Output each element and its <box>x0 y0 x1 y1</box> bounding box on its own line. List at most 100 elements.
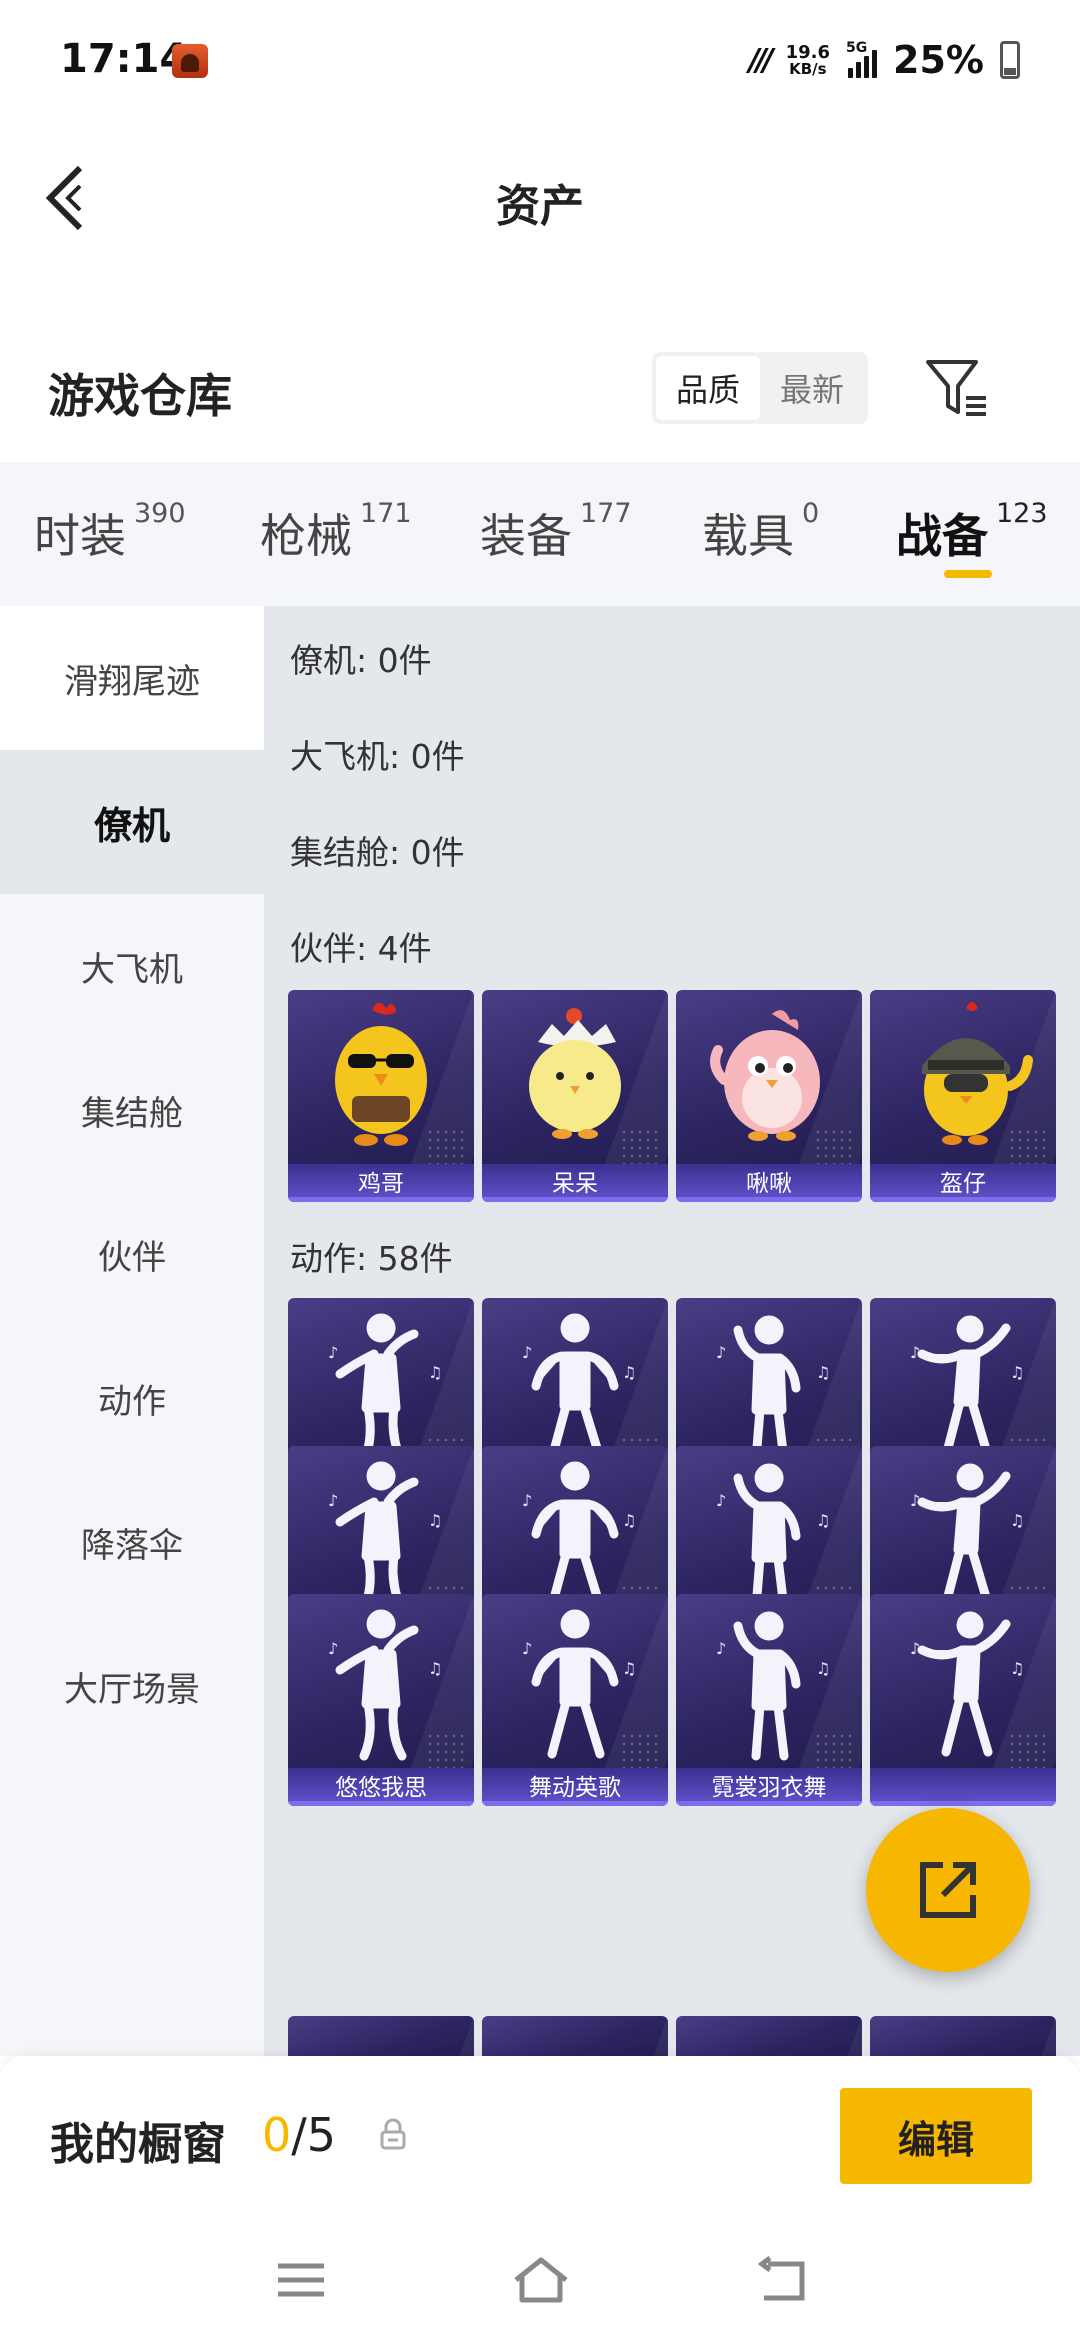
svg-text:♫: ♫ <box>622 1659 636 1678</box>
svg-text:♫: ♫ <box>622 1363 636 1382</box>
section-big-plane: 大飞机: 0件 <box>290 737 465 776</box>
page-title: 资产 <box>496 181 584 232</box>
emote-card-partial[interactable] <box>676 2016 862 2056</box>
sort-toggle: 品质 最新 <box>652 352 868 424</box>
showcase-label: 我的橱窗 <box>50 2119 226 2170</box>
home-icon <box>514 2257 568 2303</box>
emote-card-partial[interactable] <box>288 2016 474 2056</box>
svg-text:♫: ♫ <box>1010 1659 1024 1678</box>
item-name: 鸡哥 <box>288 1164 474 1202</box>
section-wingman: 僚机: 0件 <box>290 641 432 680</box>
warehouse-title: 游戏仓库 <box>48 369 232 423</box>
filter-button[interactable] <box>920 352 992 424</box>
sidebar-item-emote[interactable]: 动作 <box>0 1326 264 1470</box>
tab-count: 123 <box>996 498 1048 529</box>
sidebar-item-wingman[interactable]: 僚机 <box>0 750 264 894</box>
tab-fashion[interactable]: 时装 390 <box>34 498 186 566</box>
svg-text:♫: ♫ <box>1010 1363 1024 1382</box>
svg-text:♫: ♫ <box>1010 1511 1024 1530</box>
svg-text:♫: ♫ <box>816 1511 830 1530</box>
tab-label: 载具 <box>702 509 794 563</box>
emote-card[interactable]: ♪ ♫ 霓裳羽衣舞 <box>676 1594 862 1806</box>
battery-icon <box>1000 41 1020 79</box>
svg-text:♪: ♪ <box>328 1343 338 1362</box>
edit-button[interactable]: 编辑 <box>840 2088 1032 2184</box>
category-tabs: 时装 390 枪械 171 装备 177 载具 0 战备 123 <box>0 462 1080 606</box>
network-speed: 19.6 KB/s <box>785 41 831 78</box>
share-export-icon <box>920 1862 976 1918</box>
pink-bird-icon <box>710 1010 820 1141</box>
status-bar: 17:14 /// 19.6 KB/s 5G 25% <box>0 0 1080 120</box>
section-partner: 伙伴: 4件 <box>290 929 432 968</box>
item-name: 盔仔 <box>870 1164 1056 1202</box>
item-name: 啾啾 <box>676 1164 862 1202</box>
item-name: 舞动英歌 <box>482 1768 668 1806</box>
dancer-silhouette-icon: ♪♫ <box>910 1611 1024 1757</box>
partner-card[interactable]: 盔仔 <box>870 990 1056 1202</box>
sidebar-item-glide-trail[interactable]: 滑翔尾迹 <box>0 606 264 750</box>
network-activity-icon: /// <box>748 42 774 78</box>
back-nav-button[interactable] <box>746 2250 816 2310</box>
sort-quality-option[interactable]: 品质 <box>656 356 760 420</box>
svg-text:♪: ♪ <box>328 1639 338 1658</box>
section-emote: 动作: 58件 <box>290 1239 453 1278</box>
dancer-silhouette-icon: ♪♫ <box>328 1609 442 1761</box>
svg-text:♪: ♪ <box>910 1639 920 1658</box>
emote-card-partial[interactable] <box>482 2016 668 2056</box>
showcase-count: 0/5 <box>262 2108 336 2162</box>
game-app-icon <box>172 44 208 78</box>
sidebar: 滑翔尾迹 僚机 大飞机 集结舱 伙伴 动作 降落伞 大厅场景 <box>0 606 264 2056</box>
share-button[interactable] <box>866 1808 1030 1972</box>
filter-icon <box>926 360 986 416</box>
emote-card-partial[interactable] <box>870 2016 1056 2056</box>
emote-card[interactable]: ♪ ♫ 舞动英歌 <box>482 1594 668 1806</box>
sidebar-item-partner[interactable]: 伙伴 <box>0 1182 264 1326</box>
partner-card[interactable]: 啾啾 <box>676 990 862 1202</box>
tab-count: 171 <box>360 498 412 529</box>
partner-card[interactable]: 鸡哥 <box>288 990 474 1202</box>
sort-newest-option[interactable]: 最新 <box>760 356 864 420</box>
svg-text:♪: ♪ <box>910 1491 920 1510</box>
menu-icon <box>278 2263 324 2297</box>
svg-text:♪: ♪ <box>716 1639 726 1658</box>
active-tab-indicator <box>944 570 992 578</box>
network-speed-unit: KB/s <box>789 59 827 78</box>
sidebar-item-assembly-pod[interactable]: 集结舱 <box>0 1038 264 1182</box>
tab-label: 时装 <box>34 509 126 563</box>
item-name: 呆呆 <box>482 1164 668 1202</box>
tab-firearms[interactable]: 枪械 171 <box>260 498 412 566</box>
sidebar-item-lobby-scene[interactable]: 大厅场景 <box>0 1614 264 1758</box>
status-time: 17:14 <box>60 36 188 82</box>
network-speed-value: 19.6 <box>785 41 831 63</box>
emote-card[interactable]: ♪ ♫ 悠悠我思 <box>288 1594 474 1806</box>
svg-text:♫: ♫ <box>816 1659 830 1678</box>
svg-text:♪: ♪ <box>716 1343 726 1362</box>
chick-eggshell-icon <box>529 1008 621 1139</box>
network-type: 5G <box>846 40 868 56</box>
svg-text:♫: ♫ <box>428 1363 442 1382</box>
system-nav-bar <box>0 2220 1080 2344</box>
svg-text:♪: ♪ <box>716 1491 726 1510</box>
item-name: 悠悠我思 <box>288 1768 474 1806</box>
menu-nav-button[interactable] <box>266 2250 336 2310</box>
svg-text:♪: ♪ <box>522 1639 532 1658</box>
showcase-bar: 我的橱窗 0/5 编辑 <box>0 2056 1080 2220</box>
tab-count: 177 <box>580 498 632 529</box>
svg-text:♪: ♪ <box>522 1491 532 1510</box>
chicken-helmet-icon <box>922 1002 1033 1145</box>
battery-percent: 25% <box>893 38 984 82</box>
home-nav-button[interactable] <box>506 2250 576 2310</box>
svg-text:♫: ♫ <box>622 1511 636 1530</box>
tab-label: 战备 <box>896 509 988 563</box>
svg-text:♫: ♫ <box>428 1511 442 1530</box>
sidebar-item-big-plane[interactable]: 大飞机 <box>0 894 264 1038</box>
svg-text:♪: ♪ <box>328 1491 338 1510</box>
tab-label: 枪械 <box>260 509 352 563</box>
lock-icon <box>380 2118 406 2150</box>
tab-combat-gear[interactable]: 战备 123 <box>896 498 1048 566</box>
sidebar-item-parachute[interactable]: 降落伞 <box>0 1470 264 1614</box>
tab-vehicles[interactable]: 载具 0 <box>702 498 819 566</box>
partner-card[interactable]: 呆呆 <box>482 990 668 1202</box>
emote-card[interactable]: ♪ ♫ <box>870 1594 1056 1806</box>
tab-equipment[interactable]: 装备 177 <box>480 498 632 566</box>
